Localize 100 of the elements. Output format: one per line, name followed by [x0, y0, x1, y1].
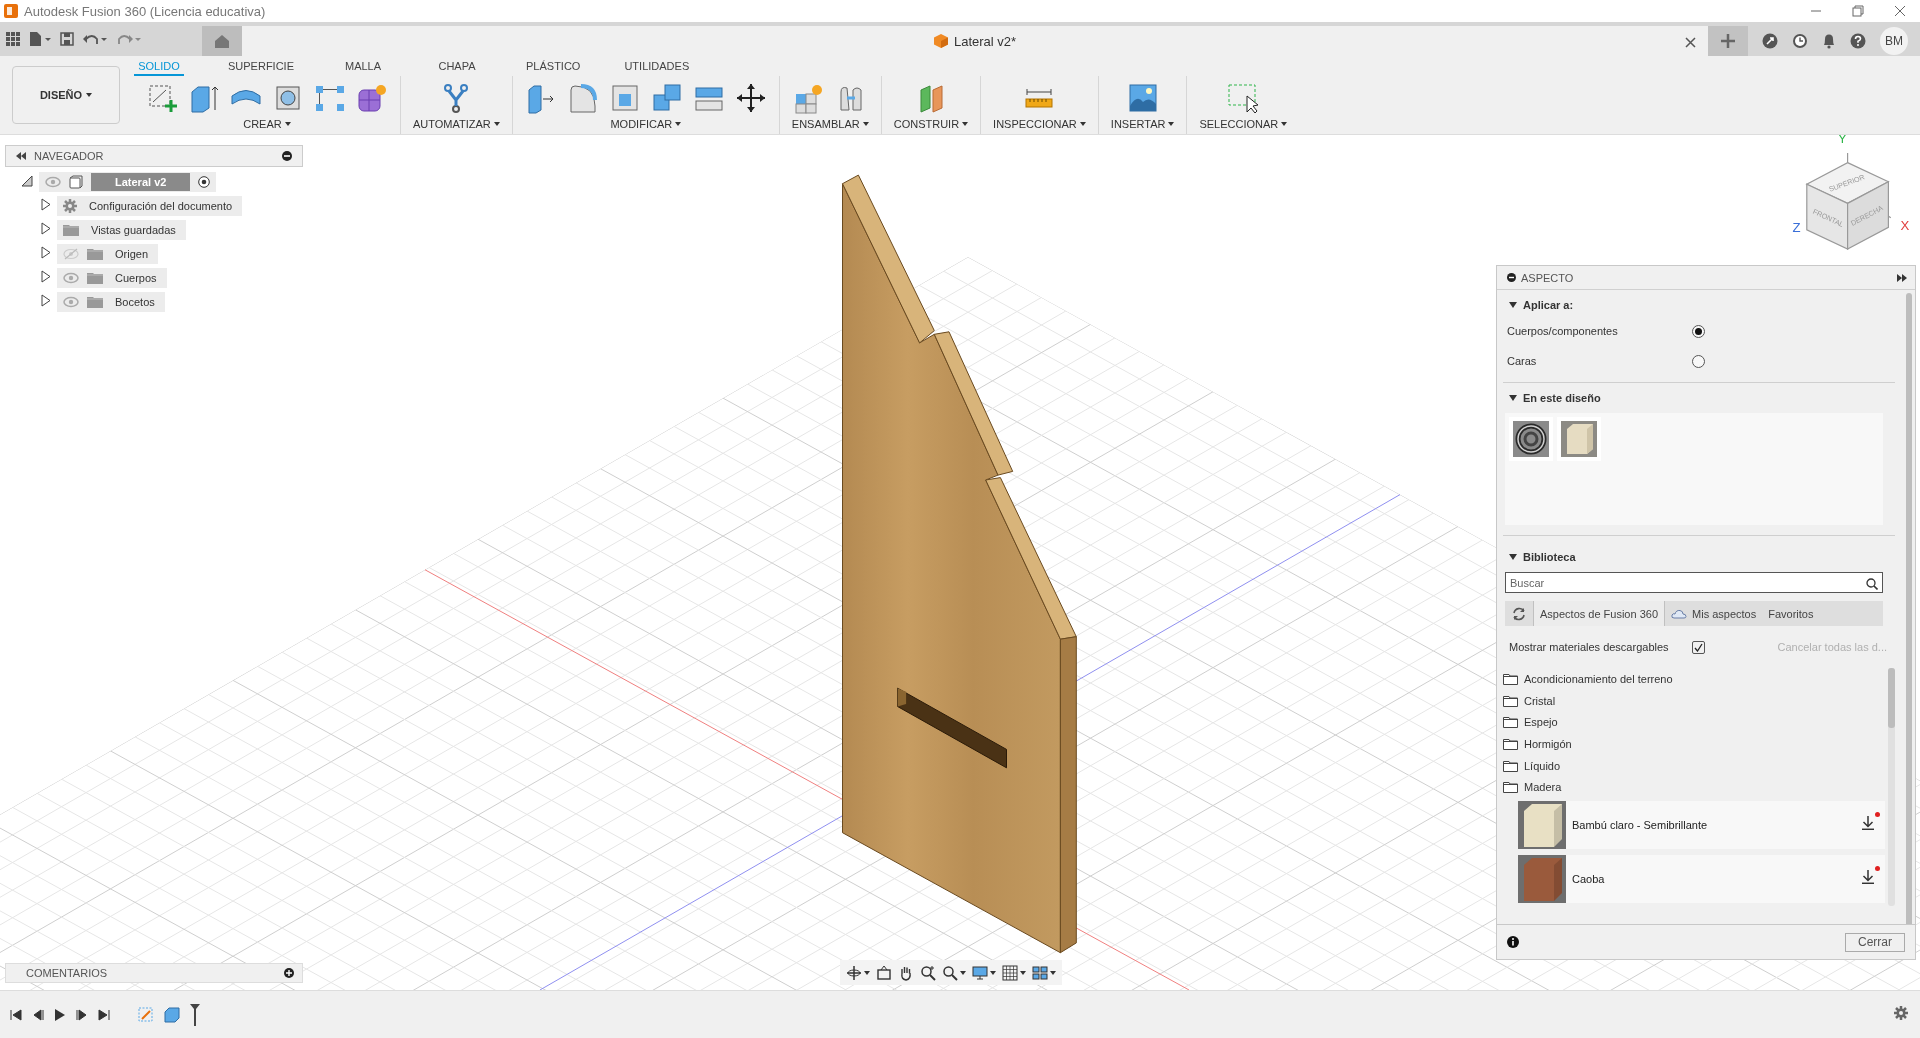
- expand-triangle-icon[interactable]: [41, 269, 51, 283]
- section-header[interactable]: En este diseño: [1503, 383, 1895, 405]
- collapse-triangle-icon[interactable]: [21, 174, 33, 187]
- library-folder[interactable]: Cristal: [1503, 689, 1885, 712]
- select-icon[interactable]: [1227, 82, 1260, 114]
- status-dot-icon: [1875, 812, 1880, 818]
- scrollbar[interactable]: [1906, 293, 1912, 924]
- look-at-icon[interactable]: [876, 964, 892, 981]
- folder-outline-icon: [1503, 759, 1518, 772]
- material-row[interactable]: Bambú claro - Semibrillante: [1518, 801, 1885, 850]
- section-header[interactable]: Aplicar a:: [1503, 290, 1895, 312]
- expand-triangle-icon[interactable]: [41, 197, 51, 211]
- metal-ring-swatch[interactable]: [1509, 417, 1553, 461]
- new-tab-button[interactable]: [1708, 26, 1748, 56]
- next-step-icon[interactable]: [76, 1008, 88, 1021]
- move-icon[interactable]: [734, 82, 767, 114]
- tool-group-dropdown[interactable]: INSERTAR: [1110, 116, 1175, 132]
- scrollbar[interactable]: [1888, 668, 1895, 906]
- settings-icon[interactable]: [1894, 1005, 1908, 1020]
- minus-circle-icon[interactable]: [282, 151, 292, 161]
- tool-group-dropdown[interactable]: ENSAMBLAR: [791, 116, 869, 132]
- zoom-icon[interactable]: [920, 964, 936, 981]
- restore-icon[interactable]: [1852, 5, 1864, 17]
- caret-icon: [862, 122, 869, 126]
- sketch-feature-icon[interactable]: [138, 1006, 154, 1023]
- caret-icon: [675, 122, 682, 126]
- extrude-feature-icon[interactable]: [164, 1006, 180, 1023]
- first-frame-icon[interactable]: [10, 1008, 22, 1021]
- form-icon[interactable]: [356, 82, 388, 114]
- caret-icon: [960, 970, 966, 975]
- pan-hand-icon[interactable]: [898, 964, 914, 981]
- library-folder[interactable]: Líquido: [1503, 754, 1885, 777]
- search-icon[interactable]: [1866, 578, 1878, 590]
- ribbon-tab[interactable]: UTILIDADES: [624, 56, 690, 76]
- play-icon[interactable]: [54, 1007, 66, 1022]
- radio-button[interactable]: [1692, 354, 1705, 368]
- extensions-icon[interactable]: [1762, 33, 1778, 49]
- checkbox[interactable]: [1692, 640, 1705, 654]
- ribbon-tab[interactable]: PLÁSTICO: [526, 56, 581, 76]
- help-icon[interactable]: [1850, 33, 1866, 49]
- close-tab-icon[interactable]: [1685, 37, 1696, 48]
- folder-icon: [87, 247, 103, 260]
- apps-grid-icon[interactable]: [6, 32, 20, 46]
- component-icon: [69, 174, 83, 189]
- material-row[interactable]: Caoba: [1518, 855, 1885, 904]
- axis-label: Z: [1792, 220, 1801, 236]
- collapse-left-icon[interactable]: [16, 152, 26, 160]
- timeline-marker-icon[interactable]: [190, 1003, 200, 1026]
- download-icon[interactable]: [1861, 870, 1875, 885]
- add-circle-icon[interactable]: [284, 968, 294, 978]
- sketch-icon[interactable]: [146, 82, 178, 114]
- library-tab[interactable]: Aspectos de Fusion 360: [1533, 601, 1666, 626]
- tool-group-dropdown[interactable]: SELECCIONAR: [1199, 116, 1288, 132]
- library-folder[interactable]: Madera: [1503, 776, 1885, 799]
- radio-button[interactable]: [1692, 324, 1705, 338]
- expand-triangle-icon[interactable]: [41, 221, 51, 235]
- ribbon-tab[interactable]: SUPERFICIE: [228, 56, 294, 76]
- save-icon[interactable]: [60, 32, 74, 46]
- expand-triangle-icon[interactable]: [41, 245, 51, 259]
- tool-group-dropdown[interactable]: AUTOMATIZAR: [413, 116, 500, 132]
- ribbon-tab[interactable]: CHAPA: [432, 56, 482, 76]
- user-avatar[interactable]: BM: [1880, 27, 1908, 55]
- library-folder[interactable]: Espejo: [1503, 711, 1885, 733]
- option-label: Cuerpos/componentes: [1507, 325, 1619, 337]
- library-tab[interactable]: Mis aspectos: [1665, 601, 1763, 626]
- viewports-icon[interactable]: [1032, 964, 1048, 981]
- tool-group-dropdown[interactable]: CREAR: [243, 116, 291, 132]
- expand-triangle-icon[interactable]: [41, 293, 51, 307]
- expand-right-icon[interactable]: [1897, 273, 1907, 282]
- close-button[interactable]: Cerrar: [1845, 932, 1905, 952]
- clock-icon[interactable]: [1792, 33, 1808, 49]
- wooden-board-drawing[interactable]: [842, 174, 1077, 954]
- activate-radio-icon[interactable]: [198, 175, 211, 188]
- tool-group-dropdown[interactable]: CONSTRUIR: [893, 116, 969, 132]
- last-frame-icon[interactable]: [98, 1008, 110, 1021]
- download-icon[interactable]: [1861, 816, 1875, 831]
- cube-swatch[interactable]: [1557, 417, 1601, 461]
- library-folder[interactable]: Acondicionamiento del terreno: [1503, 668, 1885, 690]
- close-icon[interactable]: [1894, 5, 1906, 17]
- fit-zoom-icon[interactable]: [942, 964, 958, 981]
- tool-group-dropdown[interactable]: MODIFICAR: [610, 116, 682, 132]
- section-header[interactable]: Biblioteca: [1503, 542, 1895, 564]
- orbit-icon[interactable]: [846, 964, 862, 981]
- library-tab[interactable]: Favoritos: [1762, 601, 1820, 626]
- minus-circle-icon[interactable]: [1507, 273, 1516, 282]
- previous-step-icon[interactable]: [32, 1008, 44, 1021]
- tool-group-dropdown[interactable]: INSPECCIONAR: [993, 116, 1086, 132]
- combine-icon[interactable]: [650, 82, 683, 114]
- workspace-dropdown[interactable]: DISEÑO: [12, 66, 120, 124]
- image-icon[interactable]: [1126, 82, 1159, 114]
- file-menu-icon[interactable]: [28, 31, 52, 47]
- display-icon[interactable]: [972, 964, 988, 981]
- info-icon[interactable]: [1507, 936, 1519, 948]
- document-tab[interactable]: Lateral v2*: [242, 26, 1708, 56]
- library-folder[interactable]: Hormigón: [1503, 733, 1885, 755]
- ribbon-tab[interactable]: MALLA: [338, 56, 388, 76]
- grid-icon[interactable]: [1002, 964, 1018, 981]
- search-field[interactable]: Buscar: [1505, 572, 1883, 593]
- caret-icon: [284, 122, 291, 126]
- bell-icon[interactable]: [1822, 33, 1836, 49]
